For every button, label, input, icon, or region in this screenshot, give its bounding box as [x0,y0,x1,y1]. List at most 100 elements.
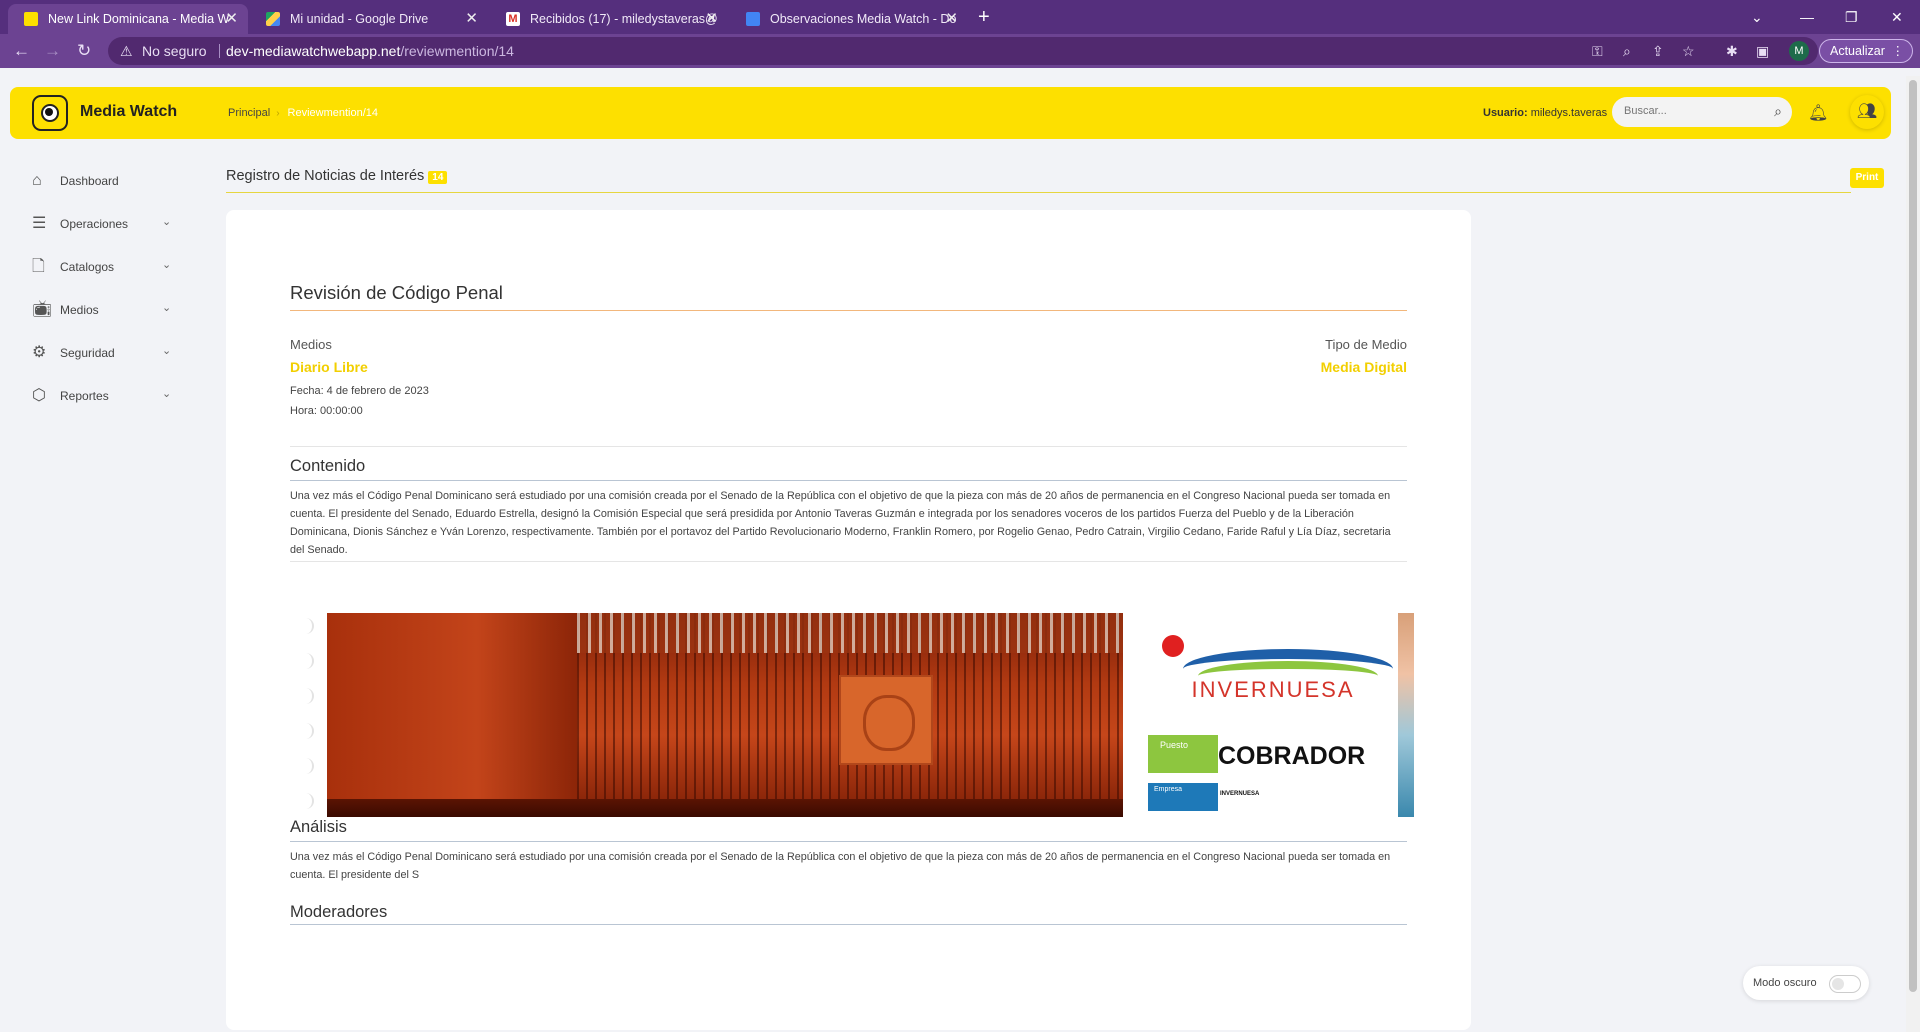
senate-chamber-image[interactable] [327,613,1123,817]
browser-tab-gmail[interactable]: M Recibidos (17) - miledystaveras@ ✕ [490,4,728,34]
menu-kebab-icon: ⋮ [1891,44,1905,58]
box-icon: ⬡ [32,387,46,404]
sidebar-item-reportes[interactable]: ⬡ Reportes ⌄ [10,377,190,415]
image-wall-panel [327,613,577,817]
chevron-down-icon: ⌄ [162,216,172,228]
sidebar-item-label: Seguridad [60,346,115,360]
bell-icon[interactable]: 🔔︎ [1808,103,1828,123]
close-tab-icon[interactable]: ✕ [465,4,478,34]
page-scrollbar[interactable] [1906,76,1920,1032]
update-label: Actualizar [1830,44,1885,58]
new-tab-icon[interactable]: + [978,4,990,30]
analisis-text: Una vez más el Código Penal Dominicano s… [290,851,1391,881]
analisis-heading: Análisis [290,818,347,836]
update-button[interactable]: Actualizar ⋮ [1819,39,1913,63]
search-icon[interactable]: ⌕ [1774,103,1782,120]
google-drive-favicon [266,12,280,26]
tab-title: Recibidos (17) - miledystaveras@ [530,12,718,26]
sidebar-item-catalogos[interactable]: 🗋︎ Catalogos ⌄ [10,248,190,286]
print-button[interactable]: Print [1850,168,1884,188]
browser-tab-bar: New Link Dominicana - Media W ✕ Mi unida… [0,0,1920,34]
moderadores-heading: Moderadores [290,903,388,921]
extensions-icon[interactable]: ✱ [1726,40,1738,62]
share-icon[interactable]: ⇪ [1652,40,1664,62]
breadcrumb-home[interactable]: Principal [228,107,270,119]
search-box[interactable]: ⌕ [1612,97,1792,127]
tab-search-chevron-icon[interactable]: ⌄ [1751,4,1763,30]
url-text[interactable]: dev-mediawatchwebapp.net/reviewmention/1… [226,37,514,65]
gear-icon: ⚙ [32,344,47,361]
users-icon[interactable]: 👥︎ [1850,95,1884,129]
zoom-icon[interactable]: ⌕ [1623,40,1631,62]
gallery-dot[interactable] [302,653,314,669]
sidebar-item-medios[interactable]: 📺︎ Medios ⌄ [10,291,190,329]
gallery-dot[interactable] [302,793,314,809]
url-path: /reviewmention/14 [400,43,514,59]
sidebar-item-operaciones[interactable]: ☰ Operaciones ⌄ [10,205,190,243]
dark-mode-toggle: Modo oscuro [1743,966,1869,1000]
warning-triangle-icon: ⚠ [120,43,133,59]
window-close-icon[interactable]: ✕ [1891,4,1903,30]
empresa-value: INVERNUESA [1220,791,1260,797]
sidebar: ⌂ Dashboard ☰ Operaciones ⌄ 🗋︎ Catalogos… [10,150,208,1032]
page-title-text: Registro de Noticias de Interés [226,168,425,184]
divider [290,446,1407,447]
back-arrow-icon[interactable]: ← [13,40,30,62]
gallery-dot[interactable] [302,758,314,774]
sidebar-item-label: Operaciones [60,217,129,231]
restore-icon[interactable]: ❐ [1845,4,1858,30]
sidebar-item-label: Catalogos [60,260,115,274]
browser-tab-drive[interactable]: Mi unidad - Google Drive ✕ [250,4,488,34]
puesto-band: Puesto COBRADOR [1148,735,1398,773]
contenido-text: Una vez más el Código Penal Dominicano s… [290,490,1391,556]
database-icon: ☰ [32,215,47,232]
contenido-heading: Contenido [290,457,366,475]
logo-red-dot [1162,635,1184,657]
star-icon[interactable]: ☆ [1682,40,1695,62]
sidebar-item-dashboard[interactable]: ⌂ Dashboard [10,162,190,200]
app-title: Media Watch [80,103,178,120]
breadcrumb: Principal › Reviewmention/14 [228,107,378,119]
sidebar-item-label: Medios [60,303,99,317]
medios-label: Medios [290,337,332,352]
tab-title: Observaciones Media Watch - Do [770,12,957,26]
medio-link[interactable]: Diario Libre [290,359,368,375]
security-label[interactable]: No seguro [142,37,207,65]
key-icon[interactable]: ⚿ [1592,40,1603,62]
tipo-medio-value[interactable]: Media Digital [1321,359,1407,375]
tv-icon: 📺︎ [32,301,53,318]
image-edge [1398,613,1414,817]
analisis-divider [290,841,1407,842]
tipo-medio-label: Tipo de Medio [1325,337,1407,352]
eye-icon [41,104,59,122]
job-ad-image[interactable]: INVERNUESA Puesto COBRADOR Empresa INVER… [1148,613,1414,817]
dark-mode-switch[interactable] [1829,975,1861,993]
browser-tab-docs[interactable]: Observaciones Media Watch - Do ✕ [730,4,968,34]
search-input[interactable] [1622,104,1762,118]
gallery-dot[interactable] [302,688,314,704]
gallery-dot[interactable] [302,618,314,634]
url-omnibox[interactable]: ⚠ No seguro dev-mediawatchwebapp.net/rev… [108,37,1818,65]
media-watch-logo[interactable] [32,95,68,131]
image-ceiling [577,613,1123,653]
minimize-icon[interactable]: — [1800,4,1814,30]
forward-arrow-icon[interactable]: → [44,40,61,62]
close-tab-icon[interactable]: ✕ [705,4,718,34]
profile-avatar[interactable]: M [1789,41,1809,61]
tab-title: New Link Dominicana - Media W [48,12,230,26]
puesto-value: COBRADOR [1218,742,1366,770]
empresa-label: Empresa [1154,786,1183,793]
chevron-down-icon: ⌄ [162,345,172,357]
browser-tab-media-watch[interactable]: New Link Dominicana - Media W ✕ [8,4,248,34]
chevron-down-icon: ⌄ [162,388,172,400]
scrollbar-thumb[interactable] [1909,80,1917,992]
sidebar-item-seguridad[interactable]: ⚙ Seguridad ⌄ [10,334,190,372]
reload-icon[interactable]: ↻ [77,40,91,62]
side-panel-icon[interactable]: ▣ [1756,40,1769,62]
close-tab-icon[interactable]: ✕ [945,4,958,34]
gallery-dot[interactable] [302,723,314,739]
close-tab-icon[interactable]: ✕ [225,4,238,34]
title-divider [226,192,1851,193]
moderadores-divider [290,924,1407,925]
media-watch-favicon [24,12,38,26]
